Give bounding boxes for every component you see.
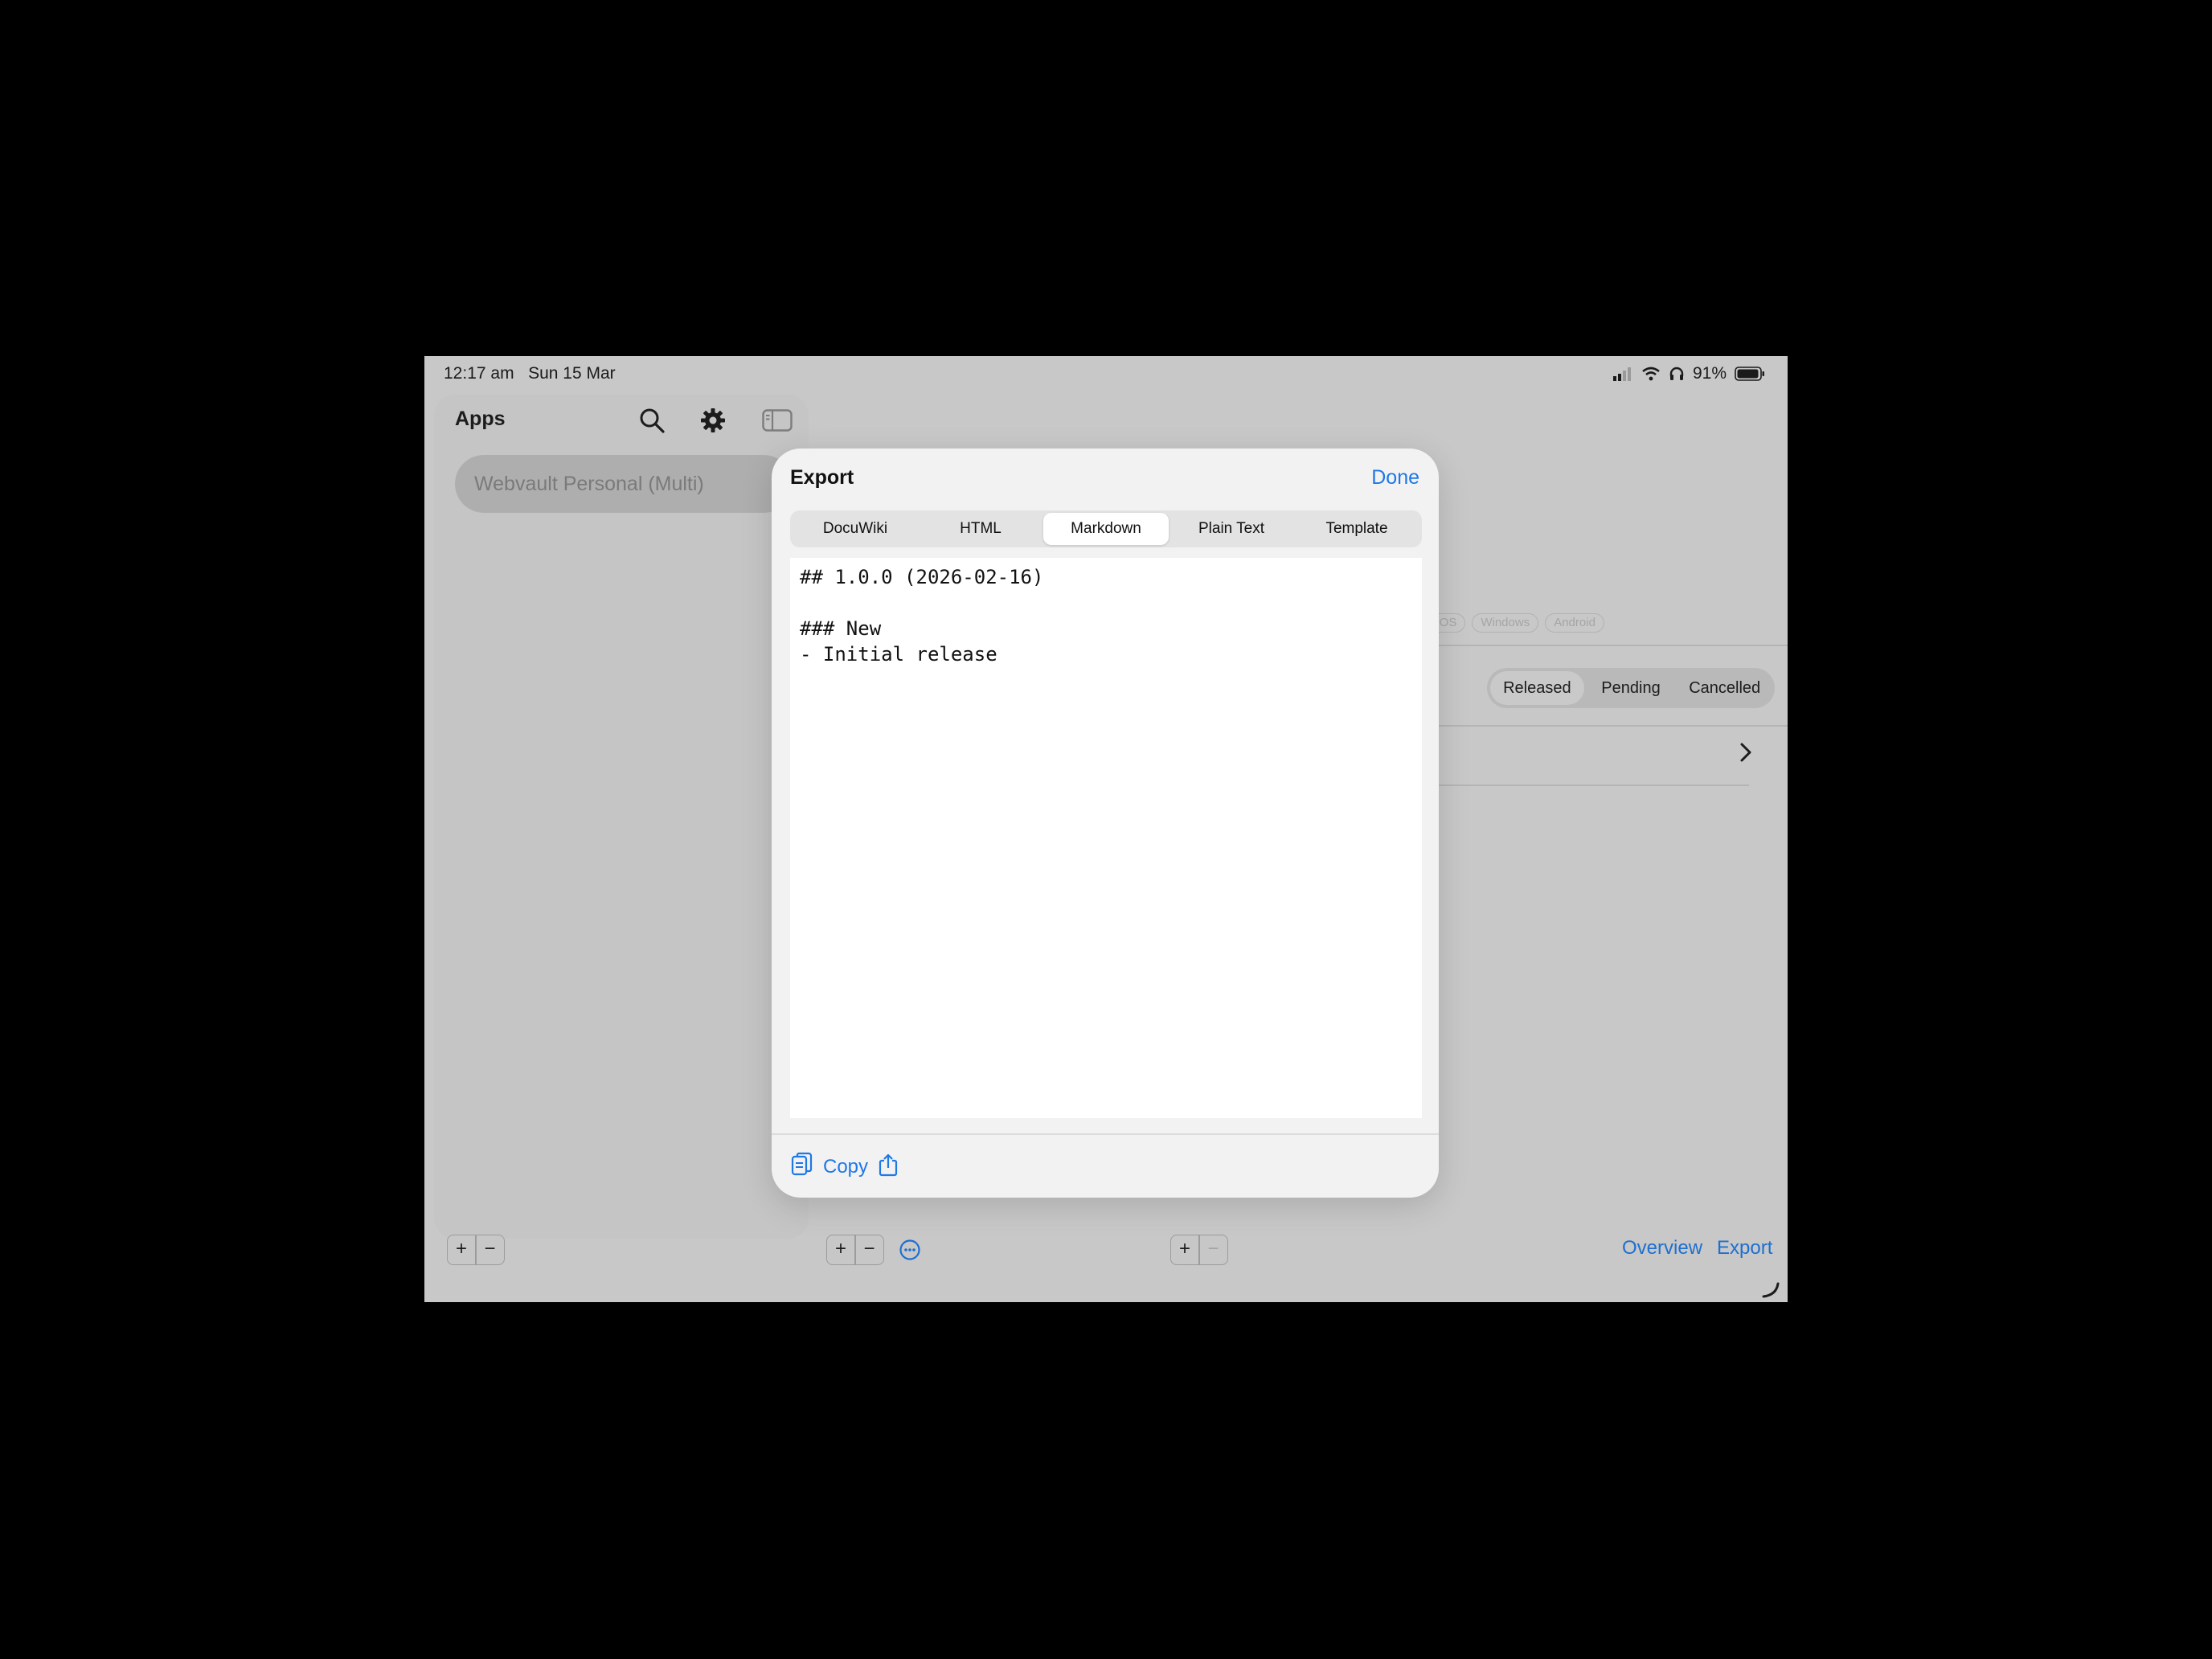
sidebar-title: Apps (455, 408, 506, 430)
modal-title: Export (790, 466, 854, 489)
remove-version-button[interactable]: − (856, 1235, 883, 1264)
battery-icon (1735, 367, 1765, 381)
tab-template[interactable]: Template (1294, 513, 1419, 545)
status-filter-pending[interactable]: Pending (1584, 671, 1678, 705)
status-filter: Released Pending Cancelled (1487, 668, 1775, 708)
platform-chip[interactable]: Windows (1472, 613, 1539, 633)
divider (1439, 784, 1749, 786)
share-icon[interactable] (878, 1153, 899, 1181)
chevron-right-icon[interactable] (1739, 742, 1752, 767)
remove-entry-button[interactable]: − (1200, 1235, 1227, 1264)
version-add-remove: + − (826, 1235, 884, 1265)
format-tabs: DocuWiki HTML Markdown Plain Text Templa… (790, 510, 1422, 547)
apps-sidebar: Apps Webvault Personal (Multi) (434, 395, 809, 1239)
done-button[interactable]: Done (1371, 466, 1419, 490)
export-link[interactable]: Export (1717, 1237, 1772, 1260)
headphones-icon (1669, 367, 1685, 381)
ipad-screen: 12:17 am Sun 15 Mar 91% Apps Webvault Pe… (424, 356, 1788, 1302)
export-modal: Export Done DocuWiki HTML Markdown Plain… (772, 449, 1439, 1198)
divider (1439, 645, 1788, 646)
platform-chips: tvOS Windows Android (1421, 613, 1604, 633)
status-filter-released[interactable]: Released (1490, 671, 1584, 705)
battery-percent: 91% (1692, 364, 1727, 383)
overview-link[interactable]: Overview (1622, 1237, 1702, 1260)
app-list-item[interactable]: Webvault Personal (Multi) (455, 455, 793, 513)
status-time: 12:17 am (444, 364, 514, 383)
add-entry-button[interactable]: + (1171, 1235, 1198, 1264)
add-version-button[interactable]: + (827, 1235, 854, 1264)
status-bar: 12:17 am Sun 15 Mar 91% (424, 356, 1788, 391)
export-content: ## 1.0.0 (2026-02-16) ### New - Initial … (800, 566, 1044, 666)
tab-markdown[interactable]: Markdown (1043, 513, 1169, 545)
more-options-icon[interactable] (899, 1239, 921, 1265)
status-indicators: 91% (1612, 364, 1765, 383)
status-date: Sun 15 Mar (528, 364, 616, 383)
export-text-area[interactable]: ## 1.0.0 (2026-02-16) ### New - Initial … (790, 558, 1422, 1118)
sidebar-toggle-icon[interactable] (760, 404, 795, 436)
wifi-icon (1641, 367, 1661, 381)
tab-plain-text[interactable]: Plain Text (1169, 513, 1294, 545)
tab-html[interactable]: HTML (918, 513, 1043, 545)
remove-app-button[interactable]: − (477, 1235, 504, 1264)
gear-icon[interactable] (695, 404, 731, 436)
copy-icon[interactable] (791, 1152, 813, 1182)
signal-icon (1612, 367, 1633, 381)
platform-chip[interactable]: Android (1545, 613, 1604, 633)
status-filter-cancelled[interactable]: Cancelled (1677, 671, 1772, 705)
copy-row: Copy (791, 1152, 899, 1182)
search-icon[interactable] (634, 404, 670, 436)
divider (1439, 725, 1788, 727)
entry-add-remove: + − (1170, 1235, 1228, 1265)
copy-button[interactable]: Copy (823, 1156, 868, 1178)
tab-docuwiki[interactable]: DocuWiki (793, 513, 918, 545)
add-app-button[interactable]: + (448, 1235, 475, 1264)
sidebar-add-remove: + − (447, 1235, 505, 1265)
status-time-date: 12:17 am Sun 15 Mar (444, 364, 616, 383)
resize-handle-icon[interactable] (1762, 1280, 1780, 1302)
divider (772, 1133, 1439, 1135)
